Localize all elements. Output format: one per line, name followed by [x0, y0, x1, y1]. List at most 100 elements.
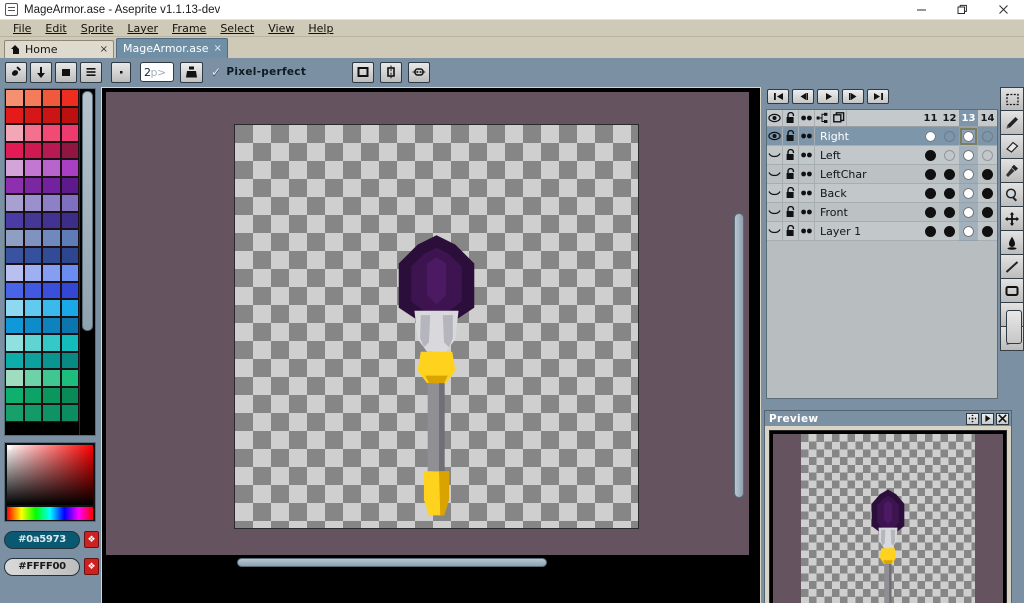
next-frame-icon[interactable] [842, 89, 864, 104]
palette-swatch[interactable] [5, 89, 24, 107]
palette-swatch[interactable] [5, 106, 24, 124]
canvas-vertical-scrollbar-thumb[interactable] [734, 213, 744, 498]
menu-item-view[interactable]: View [261, 21, 301, 36]
arrow-down-icon[interactable] [30, 61, 52, 83]
tab-magearmor[interactable]: MageArmor.ase × [116, 38, 228, 58]
rect-select-icon[interactable] [352, 61, 375, 83]
duplicate-icon[interactable] [831, 110, 847, 126]
table-row[interactable]: Back [767, 183, 997, 203]
timeline-cell[interactable] [940, 146, 959, 165]
palette-swatch[interactable] [23, 159, 42, 177]
timeline-cell[interactable] [978, 203, 997, 222]
palette-swatch[interactable] [42, 159, 61, 177]
fit-icon[interactable] [966, 412, 979, 425]
saturation-value-area[interactable] [7, 445, 93, 505]
palette-swatch[interactable] [5, 334, 24, 352]
magnifier-icon[interactable] [1000, 183, 1024, 207]
palette-swatch[interactable] [42, 386, 61, 404]
eraser-icon[interactable] [1000, 135, 1024, 159]
palette-swatch[interactable] [60, 316, 79, 334]
frame-header[interactable]: 14 [978, 110, 997, 126]
table-row[interactable]: Layer 1 [767, 221, 997, 241]
timeline-cell[interactable] [978, 165, 997, 184]
timeline-cell[interactable] [978, 127, 997, 146]
palette-swatch[interactable] [23, 124, 42, 142]
bg-options-icon[interactable]: ❖ [84, 558, 99, 575]
padlock-icon[interactable] [783, 145, 799, 165]
sprite-canvas[interactable] [234, 124, 639, 529]
minimize-icon[interactable] [901, 0, 942, 20]
color-palette[interactable] [4, 88, 96, 436]
timeline-cell[interactable] [978, 222, 997, 241]
menu-item-frame[interactable]: Frame [165, 21, 213, 36]
palette-swatch[interactable] [5, 176, 24, 194]
palette-swatch[interactable] [60, 281, 79, 299]
palette-swatch[interactable] [23, 194, 42, 212]
timeline-cell[interactable] [921, 146, 940, 165]
palette-swatch[interactable] [42, 369, 61, 387]
table-row[interactable]: Left [767, 145, 997, 165]
prev-frame-icon[interactable] [792, 89, 814, 104]
padlock-icon[interactable] [783, 110, 799, 126]
palette-swatch[interactable] [42, 124, 61, 142]
palette-swatch[interactable] [42, 281, 61, 299]
pencil-icon[interactable] [1000, 111, 1024, 135]
eye-icon[interactable] [767, 110, 783, 126]
fg-options-icon[interactable]: ❖ [84, 531, 99, 548]
continuous-icon[interactable] [799, 110, 815, 126]
timeline-cell[interactable] [959, 221, 978, 241]
timeline-cell[interactable] [978, 146, 997, 165]
timeline-cell[interactable] [959, 126, 978, 146]
frame-header[interactable]: 11 [921, 110, 940, 126]
continuous-icon[interactable] [799, 126, 815, 146]
palette-swatch[interactable] [5, 299, 24, 317]
padlock-icon[interactable] [783, 183, 799, 203]
palette-swatch[interactable] [42, 264, 61, 282]
palette-swatch[interactable] [5, 386, 24, 404]
canvas-vertical-scrollbar[interactable] [733, 95, 746, 558]
move-icon[interactable] [1000, 207, 1024, 231]
palette-swatch[interactable] [42, 194, 61, 212]
continuous-icon[interactable] [799, 145, 815, 165]
continuous-icon[interactable] [799, 221, 815, 241]
palette-swatch[interactable] [60, 141, 79, 159]
palette-swatch[interactable] [60, 159, 79, 177]
palette-swatch[interactable] [42, 246, 61, 264]
palette-swatch[interactable] [23, 89, 42, 107]
lines-icon[interactable] [80, 61, 102, 83]
onion-skin-icon[interactable] [380, 61, 403, 83]
hue-slider[interactable] [7, 507, 93, 520]
dot-icon[interactable] [111, 61, 131, 83]
palette-swatch[interactable] [5, 369, 24, 387]
symmetry-icon[interactable] [408, 61, 431, 83]
menu-item-help[interactable]: Help [301, 21, 340, 36]
menu-item-select[interactable]: Select [213, 21, 261, 36]
timeline-cell[interactable] [921, 127, 940, 146]
palette-swatch[interactable] [23, 106, 42, 124]
table-row[interactable]: LeftChar [767, 164, 997, 184]
palette-swatch[interactable] [60, 404, 79, 422]
palette-swatch[interactable] [60, 124, 79, 142]
eye-icon[interactable] [767, 126, 783, 146]
palette-swatch[interactable] [23, 369, 42, 387]
padlock-icon[interactable] [783, 221, 799, 241]
layer-name[interactable]: Right [815, 130, 921, 143]
palette-swatch[interactable] [23, 334, 42, 352]
timeline-cell[interactable] [940, 127, 959, 146]
layer-name[interactable]: Back [815, 187, 921, 200]
palette-swatch[interactable] [23, 141, 42, 159]
palette-swatch[interactable] [5, 211, 24, 229]
first-frame-icon[interactable] [767, 89, 789, 104]
rectangle-icon[interactable] [1000, 279, 1024, 303]
palette-swatch[interactable] [23, 316, 42, 334]
play-icon[interactable] [817, 89, 839, 104]
eye-closed-icon[interactable] [767, 164, 783, 184]
menu-item-layer[interactable]: Layer [120, 21, 165, 36]
menu-item-edit[interactable]: Edit [38, 21, 73, 36]
timeline-cell[interactable] [921, 203, 940, 222]
palette-swatch[interactable] [23, 211, 42, 229]
timeline-cell[interactable] [959, 164, 978, 184]
table-row[interactable]: Front [767, 202, 997, 222]
palette-swatch[interactable] [23, 299, 42, 317]
eye-closed-icon[interactable] [767, 221, 783, 241]
